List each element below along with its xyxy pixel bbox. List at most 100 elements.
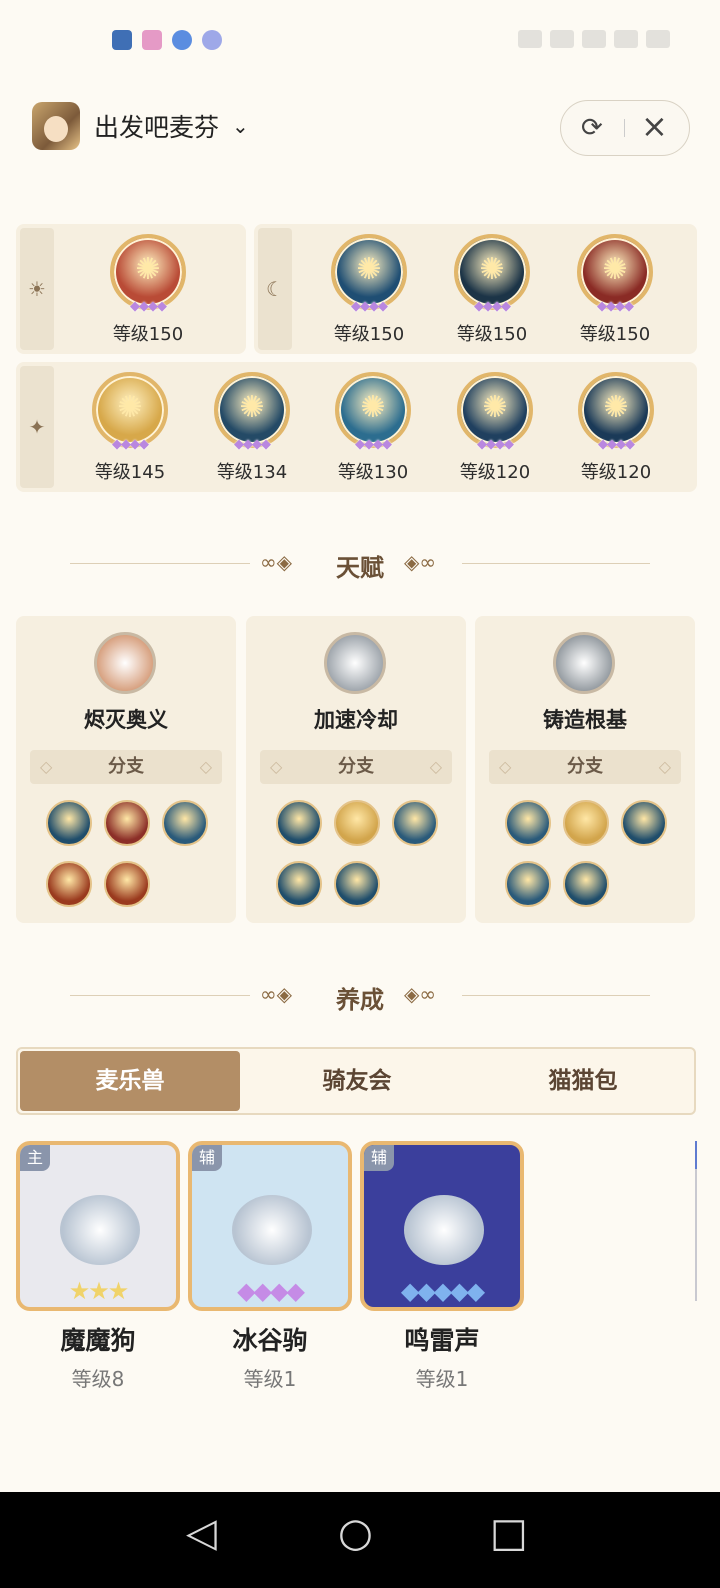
skill-level: 等级134 (216, 462, 288, 483)
branch-header: ◇ 分支 ◇ (489, 750, 681, 784)
diamond-icon: ◇ (658, 757, 671, 776)
skill-orb-icon: ✺ ◆◆◆◆ (331, 234, 407, 314)
talent-icon (94, 632, 156, 694)
skill-item[interactable]: ✺ ◆◆◆◆ 等级120 (561, 372, 671, 484)
talent-card[interactable]: 加速冷却 ◇ 分支 ◇ (246, 616, 466, 923)
branch-skill-icon[interactable] (104, 861, 150, 907)
app-notification-icon (172, 30, 192, 50)
pet-item[interactable]: 辅 ◆◆◆◆◆ 鸣雷声等级1 (360, 1141, 524, 1392)
pet-name: 鸣雷声 (404, 1326, 480, 1355)
skill-item[interactable]: ✺ ◆◆◆◆ 等级150 (437, 234, 547, 346)
skill-glyph-icon: ✺ (482, 390, 508, 425)
ornament-icon: ∞◈ (260, 550, 293, 574)
branch-header: ◇ 分支 ◇ (30, 750, 222, 784)
skill-item[interactable]: ✺ ◆◆◆◆ 等级134 (197, 372, 307, 484)
rank-gems-icon: ◆◆◆◆ (112, 437, 149, 452)
scrollbar-thumb[interactable] (695, 1141, 697, 1169)
skill-orb-icon: ✺ ◆◆◆◆ (92, 372, 168, 452)
status-bar (0, 0, 720, 84)
branch-skill-icon[interactable] (104, 800, 150, 846)
chevron-down-icon[interactable]: ⌄ (232, 114, 249, 138)
pet-image (404, 1195, 484, 1265)
pet-level: 等级8 (71, 1367, 125, 1391)
app-avatar[interactable] (32, 102, 80, 150)
tab-rider-club[interactable]: 骑友会 (244, 1049, 470, 1113)
branch-skill-icon[interactable] (392, 800, 438, 846)
skill-item[interactable]: ✺ ◆◆◆◆ 等级150 (93, 234, 203, 346)
branch-skill-icon[interactable] (563, 861, 609, 907)
diamond-icon: ◇ (429, 757, 442, 776)
nurture-section-title: 养成 (336, 986, 384, 1014)
branch-skill-icon[interactable] (46, 800, 92, 846)
skill-level: 等级120 (580, 462, 652, 483)
back-icon[interactable]: ◁ (186, 1510, 217, 1556)
diamond-icon: ◇ (499, 757, 512, 776)
branch-skill-icon[interactable] (162, 800, 208, 846)
talent-section-title: 天赋 (336, 554, 384, 582)
pet-level: 等级1 (415, 1367, 469, 1391)
rank-gems-icon: ◆◆◆◆ (597, 299, 634, 314)
rank-gems-icon: ◆◆◆◆ (351, 299, 388, 314)
close-icon[interactable]: × (641, 107, 668, 145)
branch-skill-icon[interactable] (276, 861, 322, 907)
skill-level: 等级150 (112, 324, 184, 345)
branch-skill-icon[interactable] (334, 800, 380, 846)
ornament-icon: ∞◈ (260, 982, 293, 1006)
skill-orb-icon: ✺ ◆◆◆◆ (457, 372, 533, 452)
pet-portrait[interactable]: 主 ★★★ (16, 1141, 180, 1311)
talent-icon (324, 632, 386, 694)
branch-skill-icon[interactable] (276, 800, 322, 846)
pet-name: 冰谷驹 (232, 1326, 308, 1355)
share-icon[interactable]: ⟳ (581, 113, 603, 143)
diamond-icon: ◇ (270, 757, 283, 776)
skill-item[interactable]: ✺ ◆◆◆◆ 等级150 (560, 234, 670, 346)
diamond-icon: ◇ (40, 757, 53, 776)
skill-orb-icon: ✺ ◆◆◆◆ (110, 234, 186, 314)
skill-glyph-icon: ✺ (479, 252, 505, 287)
pet-item[interactable]: 主 ★★★ 魔魔狗 等级8 (16, 1141, 180, 1392)
role-badge: 辅 (364, 1145, 394, 1171)
skill-orb-icon: ✺ ◆◆◆◆ (214, 372, 290, 452)
skill-level: 等级130 (337, 462, 409, 483)
pet-item[interactable]: 辅 ◆◆◆◆ 冰谷驹等级1 (188, 1141, 352, 1392)
branch-skill-icon[interactable] (505, 861, 551, 907)
branch-label: 分支 (108, 756, 144, 777)
role-badge: 主 (20, 1145, 50, 1171)
skill-orb-icon: ✺ ◆◆◆◆ (335, 372, 411, 452)
rank-gems-icon: ◆◆◆◆ (130, 299, 167, 314)
branch-skill-icon[interactable] (334, 861, 380, 907)
talent-name: 铸造根基 (543, 708, 627, 732)
pet-portrait[interactable]: 辅 ◆◆◆◆◆ (360, 1141, 524, 1311)
home-icon[interactable]: ○ (338, 1510, 373, 1556)
skill-item[interactable]: ✺ ◆◆◆◆ 等级145 (75, 372, 185, 484)
rank-gems-icon: ◆◆◆◆ (355, 437, 392, 452)
tab-pets[interactable]: 麦乐兽 (20, 1051, 240, 1111)
recents-icon[interactable]: □ (490, 1510, 528, 1556)
skill-glyph-icon: ✺ (117, 390, 143, 425)
nurture-tabs: 麦乐兽 骑友会 猫猫包 (16, 1047, 696, 1115)
capsule-menu: ⟳ × (560, 100, 690, 156)
skill-level: 等级145 (94, 462, 166, 483)
talent-name: 加速冷却 (314, 708, 398, 732)
skill-item[interactable]: ✺ ◆◆◆◆ 等级130 (318, 372, 428, 484)
skill-item[interactable]: ✺ ◆◆◆◆ 等级120 (440, 372, 550, 484)
talent-card[interactable]: 铸造根基 ◇ 分支 ◇ (475, 616, 695, 923)
skill-level: 等级150 (579, 324, 651, 345)
rank-gems-icon: ◆◆◆◆ (234, 437, 271, 452)
branch-label: 分支 (338, 756, 374, 777)
branch-skill-icon[interactable] (621, 800, 667, 846)
skill-item[interactable]: ✺ ◆◆◆◆ 等级150 (314, 234, 424, 346)
branch-skill-icon[interactable] (46, 861, 92, 907)
skill-orb-icon: ✺ ◆◆◆◆ (454, 234, 530, 314)
talent-card[interactable]: 烬灭奥义 ◇ 分支 ◇ (16, 616, 236, 923)
tab-cat-bag[interactable]: 猫猫包 (470, 1049, 696, 1113)
app-name[interactable]: 出发吧麦芬 (94, 108, 219, 144)
pet-portrait[interactable]: 辅 ◆◆◆◆ (188, 1141, 352, 1311)
branch-skill-icon[interactable] (505, 800, 551, 846)
pet-level: 等级1 (243, 1367, 297, 1391)
ornament-icon: ◈∞ (404, 550, 437, 574)
skill-glyph-icon: ✺ (356, 252, 382, 287)
branch-skill-icon[interactable] (563, 800, 609, 846)
skill-level: 等级120 (459, 462, 531, 483)
star-rating-icon: ◆◆◆◆◆ (400, 1277, 485, 1305)
